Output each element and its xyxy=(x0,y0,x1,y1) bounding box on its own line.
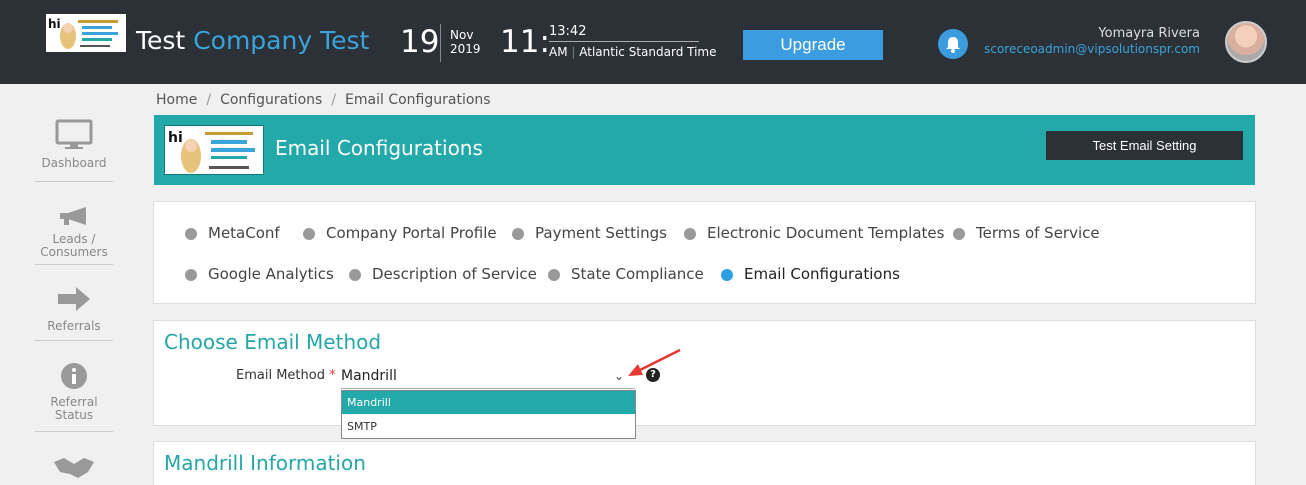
tab-dot xyxy=(721,269,733,281)
tab-electronic-document-templates[interactable]: Electronic Document Templates xyxy=(684,224,944,242)
tab-label: State Compliance xyxy=(571,265,704,283)
tab-label: Terms of Service xyxy=(976,224,1100,242)
company-logo[interactable]: hi xyxy=(46,14,126,52)
email-method-select[interactable]: Mandrill ⌄ xyxy=(341,365,635,389)
tab-state-compliance[interactable]: State Compliance xyxy=(548,265,704,283)
logo-image: hi xyxy=(165,126,263,174)
tab-dot xyxy=(349,269,361,281)
breadcrumb-separator: / xyxy=(206,92,212,108)
user-name[interactable]: Yomayra Rivera xyxy=(1098,26,1200,41)
tab-dot xyxy=(953,228,965,240)
tab-label: Email Configurations xyxy=(744,265,900,283)
time-zone-line: AM | Atlantic Standard Time xyxy=(549,45,717,59)
page-title: Email Configurations xyxy=(275,136,483,160)
section-title: Mandrill Information xyxy=(164,451,366,475)
option-mandrill[interactable]: Mandrill xyxy=(342,391,635,414)
date-year: 2019 xyxy=(450,42,481,56)
date-month-year: Nov 2019 xyxy=(450,28,481,56)
avatar[interactable] xyxy=(1225,21,1267,63)
sidebar-item-label: Referral Status xyxy=(50,395,98,422)
sidebar-item-referral-status[interactable]: Referral Status xyxy=(35,362,113,422)
tab-dot xyxy=(303,228,315,240)
email-method-dropdown: Mandrill SMTP xyxy=(341,390,636,439)
page-banner: hi Email Configurations Test Email Setti… xyxy=(154,115,1255,185)
company-name-plain: Test xyxy=(136,26,186,55)
top-header: hi Test Company Test 19 Nov 2019 11: 13:… xyxy=(0,0,1306,84)
email-method-value: Mandrill xyxy=(341,368,397,384)
info-icon xyxy=(61,363,87,389)
sidebar-item-label: Leads / Consumers xyxy=(40,232,108,259)
tz-separator: | xyxy=(571,45,576,59)
sidebar-divider xyxy=(35,431,113,432)
arrow-right-icon xyxy=(58,287,90,311)
notification-bell-button[interactable] xyxy=(938,29,968,59)
sidebar-item-dashboard[interactable]: Dashboard xyxy=(35,119,113,170)
tab-label: MetaConf xyxy=(208,224,280,242)
svg-text:hi: hi xyxy=(48,17,61,31)
sidebar-divider xyxy=(35,340,113,341)
user-email[interactable]: scoreceoadmin@vipsolutionspr.com xyxy=(984,42,1200,56)
breadcrumb-current: Email Configurations xyxy=(345,92,491,108)
tab-label: Company Portal Profile xyxy=(326,224,497,242)
tab-google-analytics[interactable]: Google Analytics xyxy=(185,265,334,283)
date-day: 19 xyxy=(400,24,440,60)
tab-dot xyxy=(512,228,524,240)
breadcrumb-home[interactable]: Home xyxy=(156,92,197,108)
sidebar-divider xyxy=(35,181,113,182)
svg-text:hi: hi xyxy=(168,130,183,146)
tab-dot xyxy=(684,228,696,240)
tab-email-configurations[interactable]: Email Configurations xyxy=(721,265,900,283)
breadcrumb: Home / Configurations / Email Configurations xyxy=(156,92,491,108)
mandrill-info-panel: Mandrill Information xyxy=(153,441,1256,485)
sidebar-divider xyxy=(35,264,113,265)
bell-icon xyxy=(946,37,960,53)
config-tabs: MetaConf Company Portal Profile Payment … xyxy=(153,201,1256,304)
time-minute: 13:42 xyxy=(549,24,587,39)
tab-description-of-service[interactable]: Description of Service xyxy=(349,265,537,283)
tab-dot xyxy=(548,269,560,281)
annotation-arrow-icon xyxy=(628,348,681,376)
sidebar-item-leads[interactable]: Leads / Consumers xyxy=(35,205,113,259)
tab-label: Payment Settings xyxy=(535,224,667,242)
tab-terms-of-service[interactable]: Terms of Service xyxy=(953,224,1100,242)
breadcrumb-configurations[interactable]: Configurations xyxy=(220,92,322,108)
test-email-setting-button[interactable]: Test Email Setting xyxy=(1046,131,1243,160)
email-method-label-text: Email Method xyxy=(236,368,325,383)
sidebar: Dashboard Leads / Consumers Referrals Re… xyxy=(35,84,113,485)
monitor-icon xyxy=(55,119,93,149)
sidebar-item-partners[interactable] xyxy=(35,454,113,485)
handshake-icon xyxy=(54,458,94,478)
email-method-label: Email Method * xyxy=(236,368,336,383)
company-name: Test Company Test xyxy=(136,26,369,55)
sidebar-item-referrals[interactable]: Referrals xyxy=(35,284,113,333)
time-hour: 11: xyxy=(500,24,550,60)
tab-dot xyxy=(185,269,197,281)
tab-payment-settings[interactable]: Payment Settings xyxy=(512,224,667,242)
company-name-accent: Company Test xyxy=(193,26,370,55)
tab-label: Description of Service xyxy=(372,265,537,283)
date-month: Nov xyxy=(450,28,474,42)
sidebar-item-label: Referrals xyxy=(47,319,101,333)
time-zone: Atlantic Standard Time xyxy=(579,45,717,59)
sidebar-item-label: Dashboard xyxy=(41,156,107,170)
tab-company-portal-profile[interactable]: Company Portal Profile xyxy=(303,224,497,242)
logo-image: hi xyxy=(46,14,126,52)
required-mark: * xyxy=(329,368,336,383)
time-ampm: AM xyxy=(549,45,568,59)
option-smtp[interactable]: SMTP xyxy=(342,415,635,438)
banner-logo: hi xyxy=(164,125,264,175)
tab-dot xyxy=(185,228,197,240)
upgrade-button[interactable]: Upgrade xyxy=(743,30,883,60)
breadcrumb-separator: / xyxy=(331,92,337,108)
date-divider xyxy=(440,24,441,62)
tab-metaconf[interactable]: MetaConf xyxy=(185,224,280,242)
megaphone-icon xyxy=(60,207,86,225)
time-divider xyxy=(549,41,699,42)
tab-label: Electronic Document Templates xyxy=(707,224,945,242)
tab-label: Google Analytics xyxy=(208,265,334,283)
section-title: Choose Email Method xyxy=(164,330,382,354)
